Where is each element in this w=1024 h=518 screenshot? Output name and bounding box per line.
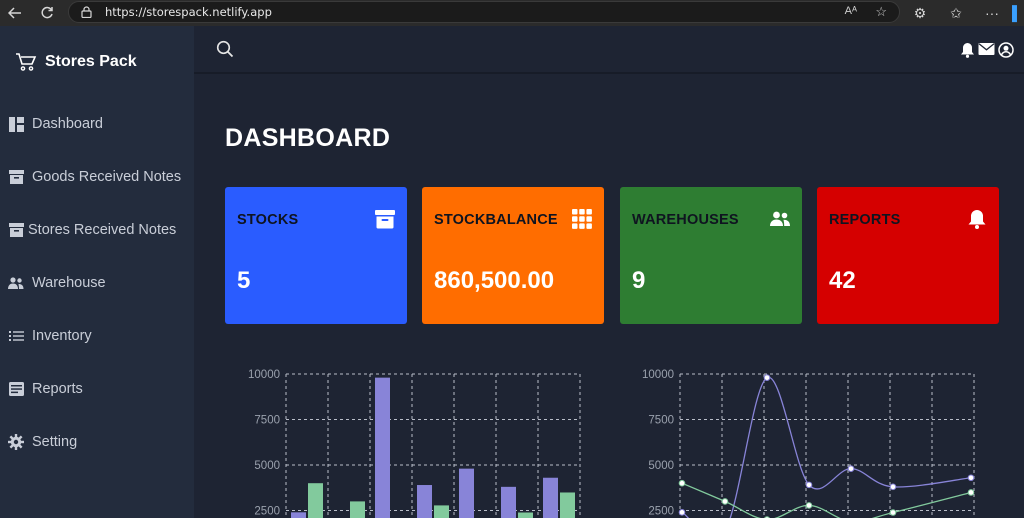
sidebar-item-label: Reports (32, 381, 83, 397)
archive-icon (375, 210, 395, 229)
data-point[interactable] (889, 483, 897, 491)
bar[interactable] (518, 512, 533, 518)
card-value: 860,500.00 (434, 267, 555, 294)
data-point[interactable] (847, 465, 855, 472)
sidebar-item-label: Stores Received Notes (28, 222, 177, 238)
y-tick-label: 7500 (254, 415, 280, 427)
arrow-left-icon (8, 7, 21, 19)
data-point[interactable] (678, 509, 686, 516)
y-tick-label: 10000 (642, 369, 674, 381)
card-value: 42 (829, 267, 856, 294)
reload-icon (41, 6, 53, 19)
list-icon (8, 328, 24, 344)
chart-grid (285, 373, 581, 518)
series-line (681, 376, 972, 518)
sidebar-item-label: Goods Received Notes (32, 169, 182, 185)
cart-icon (16, 53, 37, 71)
sidebar-item-inventory[interactable]: Inventory (8, 328, 92, 344)
user-account-icon[interactable] (998, 42, 1014, 63)
bar[interactable] (350, 501, 365, 518)
y-tick-label: 7500 (648, 415, 674, 427)
mail-icon[interactable] (978, 42, 995, 63)
bar[interactable] (560, 492, 575, 518)
bar[interactable] (434, 505, 449, 518)
bar[interactable] (459, 468, 474, 518)
page-title: DASHBOARD (225, 124, 391, 152)
stockbalance-card[interactable]: STOCKBALANCE 860,500.00 (422, 187, 604, 324)
data-point[interactable] (805, 502, 813, 509)
data-point[interactable] (763, 374, 771, 381)
y-tick-label: 2500 (648, 506, 674, 518)
line-chart: 10000 7500 5000 2500 (642, 369, 975, 518)
sidebar-item-setting[interactable]: Setting (8, 434, 77, 450)
sidebar-item-label: Inventory (32, 328, 92, 344)
bar[interactable] (291, 512, 306, 518)
y-tick-label: 5000 (254, 460, 280, 472)
reports-card[interactable]: REPORTS 42 (817, 187, 999, 324)
extensions-icon[interactable]: ⚙ (902, 5, 938, 22)
brand-logo[interactable]: Stores Pack (15, 52, 137, 72)
browser-toolbar: https://storespack.netlify.app Aᴬ ☆ ⚙ ✩ … (0, 0, 1024, 26)
users-icon (8, 275, 24, 291)
sidebar: Stores Pack Dashboard Goods Received Not… (0, 26, 194, 518)
bar-chart: 10000 7500 5000 2500 (248, 369, 581, 518)
top-header (194, 26, 1024, 74)
data-point[interactable] (678, 479, 686, 487)
card-title: STOCKS (237, 212, 299, 228)
main-content: DASHBOARD STOCKS 5 STOCKBALANCE 860,500.… (194, 74, 1024, 518)
y-tick-label: 10000 (248, 369, 280, 381)
dashboard-icon (8, 116, 24, 132)
sidebar-item-label: Setting (32, 434, 78, 450)
reload-button[interactable] (32, 0, 62, 26)
bar[interactable] (543, 477, 558, 518)
sidebar-item-label: Dashboard (32, 116, 103, 132)
data-point[interactable] (889, 509, 897, 516)
archive-icon (8, 222, 24, 238)
favorite-star-icon[interactable]: ☆ (875, 4, 887, 20)
sidebar-item-dashboard[interactable]: Dashboard (8, 116, 103, 132)
grid-icon (572, 209, 592, 229)
bar[interactable] (375, 377, 390, 518)
card-title: WAREHOUSES (632, 212, 739, 228)
warehouses-card[interactable]: WAREHOUSES 9 (620, 187, 802, 324)
gear-icon (8, 434, 24, 450)
sidebar-item-label: Warehouse (32, 275, 106, 291)
data-point[interactable] (805, 481, 813, 489)
read-aloud-icon[interactable]: Aᴬ (845, 5, 857, 17)
data-point[interactable] (721, 498, 729, 505)
users-icon (770, 211, 790, 226)
lock-icon (81, 6, 99, 18)
address-bar[interactable]: https://storespack.netlify.app Aᴬ ☆ (68, 1, 900, 23)
data-point[interactable] (967, 489, 975, 496)
copilot-icon[interactable]: ▌ (1010, 5, 1024, 21)
card-title: REPORTS (829, 212, 901, 228)
favorites-icon[interactable]: ✩ (938, 5, 974, 22)
bell-icon[interactable] (960, 42, 975, 63)
chart-grid (679, 373, 975, 518)
card-value: 9 (632, 267, 646, 294)
back-button[interactable] (0, 0, 30, 26)
bell-icon (968, 210, 986, 229)
bar[interactable] (501, 486, 516, 518)
report-icon (8, 381, 24, 397)
sidebar-item-reports[interactable]: Reports (8, 381, 83, 397)
url-text: https://storespack.netlify.app (105, 5, 272, 19)
y-tick-label: 2500 (254, 506, 280, 518)
sidebar-item-goods-received-notes[interactable]: Goods Received Notes (8, 169, 181, 185)
brand-name: Stores Pack (45, 53, 137, 70)
data-point[interactable] (967, 474, 975, 482)
sidebar-item-stores-received-notes[interactable]: Stores Received Notes (8, 222, 176, 238)
search-icon[interactable] (216, 40, 234, 63)
bar[interactable] (417, 485, 432, 518)
card-title: STOCKBALANCE (434, 212, 558, 228)
more-menu-icon[interactable]: ··· (974, 5, 1010, 21)
stocks-card[interactable]: STOCKS 5 (225, 187, 407, 324)
card-value: 5 (237, 267, 251, 294)
bar[interactable] (308, 483, 323, 518)
y-tick-label: 5000 (648, 460, 674, 472)
archive-icon (8, 169, 24, 185)
sidebar-item-warehouse[interactable]: Warehouse (8, 275, 106, 291)
